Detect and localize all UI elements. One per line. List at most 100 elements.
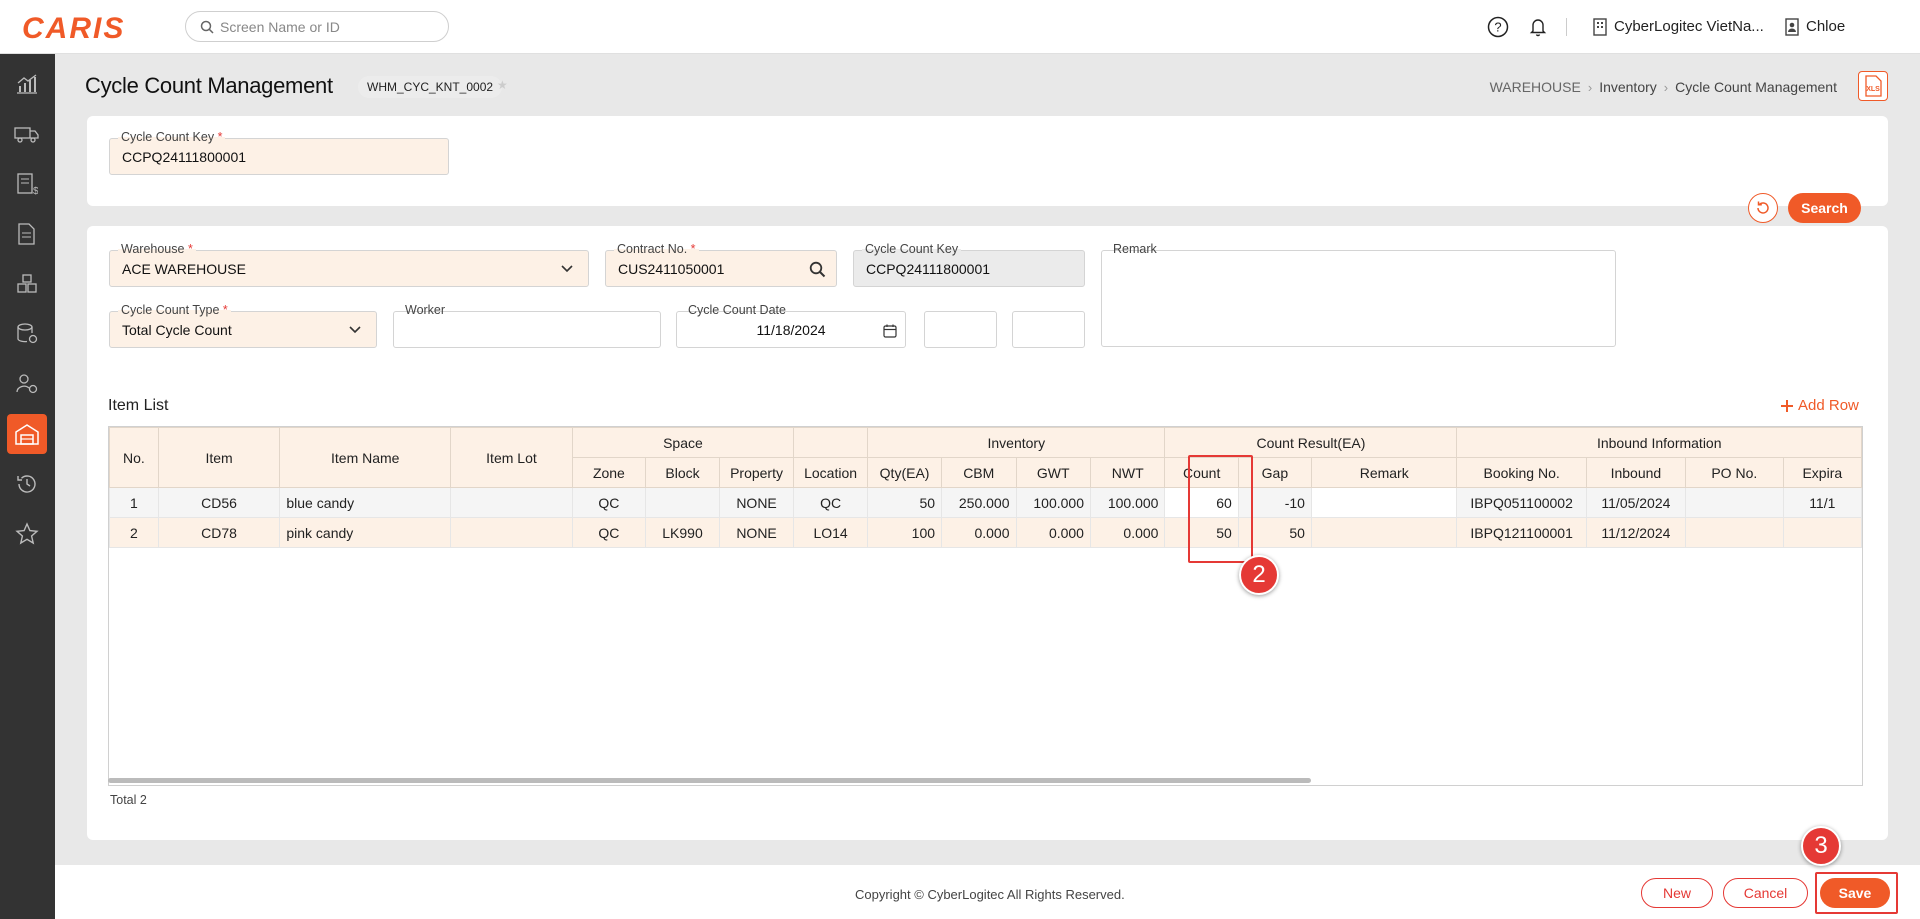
cell-block[interactable] [644, 487, 721, 518]
cell-expira[interactable] [1782, 517, 1862, 548]
cell-cbm[interactable]: 0.000 [941, 517, 1017, 548]
sidebar-boxes-icon[interactable] [7, 264, 47, 304]
breadcrumb-item[interactable]: WAREHOUSE [1490, 79, 1581, 95]
field-label: Contract No. * [614, 242, 699, 256]
cycle-count-type-select[interactable]: Cycle Count Type * Total Cycle Count [109, 303, 377, 348]
help-icon[interactable]: ? [1486, 15, 1510, 39]
sidebar-user-settings-icon[interactable] [7, 364, 47, 404]
cell-block[interactable]: LK990 [644, 517, 721, 548]
sidebar-document-icon[interactable] [7, 214, 47, 254]
cell-gwt[interactable]: 100.000 [1015, 487, 1091, 518]
cell-item[interactable]: CD78 [157, 517, 281, 548]
grid-horizontal-scrollbar[interactable] [108, 778, 1311, 783]
header-booking-no[interactable]: Booking No. [1456, 457, 1587, 488]
cell-zone[interactable]: QC [571, 517, 646, 548]
cell-property[interactable]: NONE [719, 487, 795, 518]
cell-po-no[interactable] [1685, 517, 1784, 548]
warehouse-select[interactable]: Warehouse * ACE WAREHOUSE [109, 242, 589, 287]
cell-location[interactable]: LO14 [793, 517, 869, 548]
header-cbm[interactable]: CBM [941, 457, 1017, 488]
reset-button[interactable] [1748, 193, 1778, 223]
header-inbound[interactable]: Inbound [1585, 457, 1687, 488]
cell-nwt[interactable]: 100.000 [1089, 487, 1166, 518]
header-expira[interactable]: Expira [1782, 457, 1862, 488]
copyright-text: Copyright © CyberLogitec All Rights Rese… [855, 887, 1125, 902]
sidebar-history-icon[interactable] [7, 464, 47, 504]
breadcrumb-item[interactable]: Inventory [1599, 79, 1657, 95]
calendar-icon[interactable] [883, 324, 897, 338]
new-button[interactable]: New [1641, 878, 1713, 908]
cell-booking-no[interactable]: IBPQ121100001 [1456, 517, 1587, 548]
header-item-name[interactable]: Item Name [279, 427, 452, 488]
cycle-count-date-field[interactable]: Cycle Count Date 11/18/2024 [676, 303, 906, 348]
screen-search-input[interactable]: Screen Name or ID [185, 11, 449, 42]
search-button[interactable]: Search [1788, 193, 1861, 223]
time-input-hour[interactable] [924, 311, 997, 348]
header-qty[interactable]: Qty(EA) [867, 457, 943, 488]
svg-text:?: ? [1494, 20, 1501, 35]
sidebar-database-icon[interactable] [7, 314, 47, 354]
sidebar-warehouse-icon[interactable] [7, 414, 47, 454]
sidebar: $ [0, 54, 55, 919]
cell-item-name[interactable]: blue candy [279, 487, 452, 518]
worker-field[interactable]: Worker [393, 303, 661, 348]
time-input-minute[interactable] [1012, 311, 1085, 348]
header-no[interactable]: No. [109, 427, 159, 488]
cell-booking-no[interactable]: IBPQ051100002 [1456, 487, 1587, 518]
cell-zone[interactable]: QC [571, 487, 646, 518]
header-remark[interactable]: Remark [1310, 457, 1458, 488]
header-item-lot[interactable]: Item Lot [450, 427, 573, 488]
sidebar-favorites-icon[interactable] [7, 514, 47, 554]
item-table: No. Item Item Name Item Lot Space Invent… [109, 427, 1862, 548]
cancel-button[interactable]: Cancel [1723, 878, 1808, 908]
cell-remark-input[interactable] [1310, 487, 1458, 518]
header-block[interactable]: Block [644, 457, 721, 488]
cell-qty[interactable]: 50 [867, 487, 943, 518]
excel-export-button[interactable]: XLS [1858, 71, 1888, 101]
svg-text:$: $ [33, 186, 38, 196]
search-cycle-count-key-field[interactable]: Cycle Count Key * CCPQ24111800001 [109, 130, 449, 175]
search-icon[interactable] [809, 261, 826, 278]
field-label: Cycle Count Date [685, 303, 789, 317]
cell-item-lot[interactable] [450, 517, 573, 548]
field-label: Worker [402, 303, 449, 317]
cell-item-lot[interactable] [450, 487, 573, 518]
table-row[interactable]: 1 CD56 blue candy QC NONE QC 50 250.000 … [109, 487, 1862, 518]
sidebar-billing-icon[interactable]: $ [7, 164, 47, 204]
user-name[interactable]: Chloe [1806, 18, 1845, 35]
cell-cbm[interactable]: 250.000 [941, 487, 1017, 518]
field-value: 11/18/2024 [756, 321, 826, 338]
header-item[interactable]: Item [157, 427, 281, 488]
sidebar-transport-icon[interactable] [7, 114, 47, 154]
header-gwt[interactable]: GWT [1015, 457, 1091, 488]
bell-icon[interactable] [1526, 15, 1550, 39]
company-name[interactable]: CyberLogitec VietNa... [1614, 18, 1764, 35]
table-row[interactable]: 2 CD78 pink candy QC LK990 NONE LO14 100… [109, 517, 1862, 548]
favorite-star-icon[interactable]: ★ [497, 78, 508, 92]
cell-item[interactable]: CD56 [157, 487, 281, 518]
page-title: Cycle Count Management [85, 73, 333, 98]
cell-item-name[interactable]: pink candy [279, 517, 452, 548]
sidebar-dashboard-icon[interactable] [7, 64, 47, 104]
cell-expira[interactable]: 11/1 [1782, 487, 1862, 518]
header-group-space: Space [571, 427, 795, 458]
header-zone[interactable]: Zone [571, 457, 646, 488]
cell-nwt[interactable]: 0.000 [1089, 517, 1166, 548]
cell-property[interactable]: NONE [719, 517, 795, 548]
remark-textarea[interactable]: Remark [1101, 242, 1616, 347]
contract-no-field[interactable]: Contract No. * CUS2411050001 [605, 242, 837, 287]
header-po-no[interactable]: PO No. [1685, 457, 1784, 488]
cell-remark-input[interactable] [1310, 517, 1458, 548]
cell-inbound[interactable]: 11/12/2024 [1585, 517, 1687, 548]
cell-po-no[interactable] [1685, 487, 1784, 518]
cell-inbound[interactable]: 11/05/2024 [1585, 487, 1687, 518]
add-row-button[interactable]: Add Row [1780, 397, 1859, 414]
cell-gwt[interactable]: 0.000 [1015, 517, 1091, 548]
header-location[interactable]: Location [793, 457, 869, 488]
cell-qty[interactable]: 100 [867, 517, 943, 548]
caris-logo[interactable]: CARIS [22, 12, 125, 46]
header-group-inventory: Inventory [867, 427, 1166, 458]
cell-location[interactable]: QC [793, 487, 869, 518]
header-nwt[interactable]: NWT [1089, 457, 1166, 488]
header-property[interactable]: Property [719, 457, 795, 488]
